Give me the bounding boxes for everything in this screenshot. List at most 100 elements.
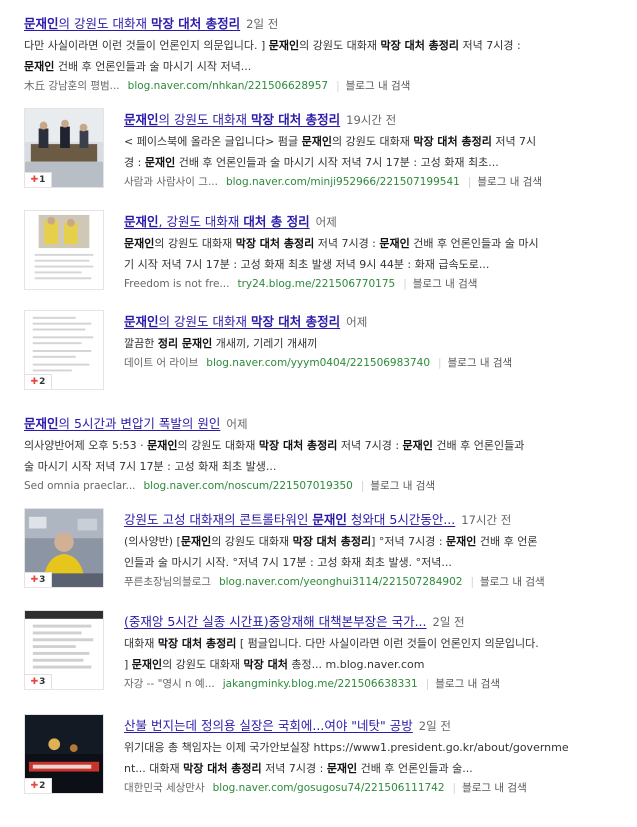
result-title-link[interactable]: 산불 번지는데 정의용 실장은 국회에...여야 "네탓" 공방 bbox=[124, 718, 413, 733]
result-date: 19시간 전 bbox=[346, 113, 397, 127]
result-title-row: 문재인, 강원도 대화재 대처 총 정리 어제 bbox=[124, 210, 629, 232]
highlight-keyword: 문재인 bbox=[124, 112, 159, 127]
result-body: 문재인의 5시간과 변압기 폭발의 원인 어제 의사양반어제 오후 5:53 · 문… bbox=[24, 412, 629, 495]
text-segment: 개새끼, 기레기 개새끼 bbox=[212, 337, 318, 350]
blog-author[interactable]: 데이트 어 라이브 bbox=[124, 357, 198, 369]
text-segment: 건배 후 언론인들과 술 마시기 시작 저녁... bbox=[54, 60, 252, 73]
text-segment: 의 강원도 대화재 bbox=[154, 237, 236, 250]
highlight-keyword: 문재인 bbox=[147, 439, 178, 452]
result-thumbnail[interactable]: ✚3 bbox=[24, 508, 104, 588]
result-body: 문재인, 강원도 대화재 대처 총 정리 어제 문재인의 강원도 대화재 막장 대처… bbox=[124, 210, 629, 293]
highlight-keyword: 막장 대처 총정리 bbox=[380, 39, 460, 52]
result-snippet-line: (의사양반) [문재인의 강원도 대화재 막장 대처 총정리] °저녁 7시경 … bbox=[124, 533, 629, 551]
blog-url[interactable]: blog.naver.com/noscum/221507019350 bbox=[144, 480, 353, 492]
highlight-keyword: 문재인 bbox=[446, 535, 477, 548]
result-thumbnail[interactable] bbox=[24, 210, 104, 290]
result-snippet-line: 인들과 술 마시기 시작. °저녁 7시 17분 : 고성 화재 최초 발생. … bbox=[124, 554, 629, 572]
blog-search-link[interactable]: 블로그 내 검색 bbox=[370, 480, 435, 492]
highlight-keyword: 막장 대처 총정리 bbox=[250, 112, 341, 127]
blog-search-link[interactable]: 블로그 내 검색 bbox=[462, 782, 527, 794]
blog-search-link[interactable]: 블로그 내 검색 bbox=[413, 278, 478, 290]
blog-author[interactable]: 푸른초장님의블로그 bbox=[124, 576, 211, 588]
highlight-keyword: 문재인 bbox=[326, 762, 358, 775]
blog-author[interactable]: Sed omnia praeclar... bbox=[24, 480, 136, 492]
result-title-link[interactable]: 강원도 고성 대화재의 콘트롤타워인 문재인 청와대 5시간동안... bbox=[124, 512, 455, 527]
image-count: 1 bbox=[39, 175, 46, 185]
plus-icon: ✚ bbox=[30, 377, 39, 387]
divider: | bbox=[467, 176, 472, 188]
result-thumbnail[interactable]: ✚2 bbox=[24, 714, 104, 794]
result-date: 어제 bbox=[346, 315, 368, 329]
text-segment: (의사양반) [ bbox=[124, 535, 181, 548]
blog-url[interactable]: blog.naver.com/minji952966/221507199541 bbox=[226, 176, 460, 188]
result-source-row: Sed omnia praeclar... blog.naver.com/nosc… bbox=[24, 477, 629, 495]
image-count-badge: ✚3 bbox=[25, 674, 52, 689]
text-segment: 의 강원도 대화재 bbox=[331, 135, 414, 148]
image-count: 2 bbox=[39, 781, 46, 791]
blog-author[interactable]: 자강 -- "영시 n 예... bbox=[124, 678, 215, 690]
result-source-row: 푸른초장님의블로그 blog.naver.com/yeonghui3114/221… bbox=[124, 573, 629, 591]
result-title-link[interactable]: 문재인의 강원도 대화재 막장 대처 총정리 bbox=[124, 314, 340, 329]
text-segment: 의 강원도 대화재 bbox=[299, 39, 381, 52]
image-count-badge: ✚3 bbox=[25, 572, 52, 587]
result-source-row: 대한민국 세상만사 blog.naver.com/gosugosu74/22150… bbox=[124, 779, 629, 797]
result-body: 문재인의 강원도 대화재 막장 대처 총정리 2일 전 다만 사실이라면 이런 것들… bbox=[24, 12, 629, 95]
result-body: (중재앙 5시간 실종 시간표)중앙재해 대책본부장은 국가... 2일 전 대화재… bbox=[124, 610, 629, 693]
result-source-row: 자강 -- "영시 n 예... jakangminky.blog.me/2215… bbox=[124, 675, 629, 693]
image-count-badge: ✚1 bbox=[25, 172, 52, 187]
text-segment: 의 강원도 대화재 bbox=[158, 112, 251, 127]
text-segment: 건배 후 언론인들과 bbox=[432, 439, 525, 452]
result-title-link[interactable]: (중재앙 5시간 실종 시간표)중앙재해 대책본부장은 국가... bbox=[124, 614, 427, 629]
image-count-badge: ✚2 bbox=[25, 778, 52, 793]
blog-search-link[interactable]: 블로그 내 검색 bbox=[435, 678, 500, 690]
blog-url[interactable]: blog.naver.com/gosugosu74/221506111742 bbox=[213, 782, 445, 794]
text-segment: 저녁 7시 bbox=[491, 135, 537, 148]
result-title-link[interactable]: 문재인의 강원도 대화재 막장 대처 총정리 bbox=[124, 112, 340, 127]
result-source-row: 사람과 사람사이 그... blog.naver.com/minji952966/… bbox=[124, 173, 629, 191]
result-date: 2일 전 bbox=[432, 615, 465, 629]
blog-url[interactable]: blog.naver.com/yeonghui3114/221507284902 bbox=[219, 576, 463, 588]
blog-url[interactable]: blog.naver.com/yyym0404/221506983740 bbox=[206, 357, 430, 369]
result-date: 2일 전 bbox=[246, 17, 279, 31]
text-segment: , 강원도 대화재 bbox=[158, 214, 244, 229]
blog-search-link[interactable]: 블로그 내 검색 bbox=[480, 576, 545, 588]
blog-author[interactable]: 대한민국 세상만사 bbox=[124, 782, 205, 794]
blog-url[interactable]: blog.naver.com/nhkan/221506628957 bbox=[128, 80, 328, 92]
text-segment: nt... 대화재 bbox=[124, 762, 184, 775]
highlight-keyword: 막장 대처 총정리 bbox=[150, 16, 241, 31]
result-title-row: 산불 번지는데 정의용 실장은 국회에...여야 "네탓" 공방 2일 전 bbox=[124, 714, 629, 736]
result-thumbnail[interactable]: ✚1 bbox=[24, 108, 104, 188]
text-segment: 총정... m.blog.naver.com bbox=[287, 658, 425, 671]
text-segment: ] °저녁 7시경 : bbox=[371, 535, 447, 548]
result-title-row: 문재인의 5시간과 변압기 폭발의 원인 어제 bbox=[24, 412, 629, 434]
text-segment: 강원도 고성 대화재의 콘트롤타워인 bbox=[124, 512, 313, 527]
result-title-link[interactable]: 문재인, 강원도 대화재 대처 총 정리 bbox=[124, 214, 310, 229]
result-title-link[interactable]: 문재인의 강원도 대화재 막장 대처 총정리 bbox=[24, 16, 240, 31]
text-segment: 의 강원도 대화재 bbox=[162, 658, 244, 671]
blog-url[interactable]: try24.blog.me/221506770175 bbox=[237, 278, 395, 290]
result-thumbnail[interactable]: ✚2 bbox=[24, 310, 104, 390]
blog-author[interactable]: Freedom is not fre... bbox=[124, 278, 229, 290]
image-count: 3 bbox=[39, 575, 46, 585]
blog-url[interactable]: jakangminky.blog.me/221506638331 bbox=[223, 678, 418, 690]
blog-search-link[interactable]: 블로그 내 검색 bbox=[448, 357, 513, 369]
result-snippet-line: nt... 대화재 막장 대처 총정리 저녁 7시경 : 문재인 건배 후 언론… bbox=[124, 760, 629, 778]
text-segment: < 페이스북에 올라온 글입니다> 펌글 bbox=[124, 135, 302, 148]
blog-search-link[interactable]: 블로그 내 검색 bbox=[477, 176, 542, 188]
text-segment: 술 마시기 시작 저녁 7시 17분 : 고성 화재 최초 발생... bbox=[24, 460, 277, 473]
result-snippet-line: 문재인 건배 후 언론인들과 술 마시기 시작 저녁... bbox=[24, 58, 629, 76]
result-title-row: 문재인의 강원도 대화재 막장 대처 총정리 19시간 전 bbox=[124, 108, 629, 130]
highlight-keyword: 막장 대처 총정리 bbox=[258, 439, 338, 452]
result-thumbnail[interactable]: ✚3 bbox=[24, 610, 104, 690]
result-date: 17시간 전 bbox=[461, 513, 512, 527]
text-segment: 기 시작 저녁 7시 17분 : 고성 화재 최초 발생 저녁 9시 44분 :… bbox=[124, 258, 490, 271]
result-snippet-line: 술 마시기 시작 저녁 7시 17분 : 고성 화재 최초 발생... bbox=[24, 458, 629, 476]
highlight-keyword: 문재인 bbox=[312, 512, 347, 527]
text-segment: 저녁 7시경 : bbox=[314, 237, 380, 250]
result-date: 어제 bbox=[315, 215, 337, 229]
result-title-link[interactable]: 문재인의 5시간과 변압기 폭발의 원인 bbox=[24, 416, 220, 431]
blog-author[interactable]: 사람과 사람사이 그... bbox=[124, 176, 218, 188]
blog-search-link[interactable]: 블로그 내 검색 bbox=[346, 80, 411, 92]
text-segment: 건배 후 언론인들과 술 마시 bbox=[409, 237, 539, 250]
blog-author[interactable]: 木丘 강남훈의 평범... bbox=[24, 80, 120, 92]
